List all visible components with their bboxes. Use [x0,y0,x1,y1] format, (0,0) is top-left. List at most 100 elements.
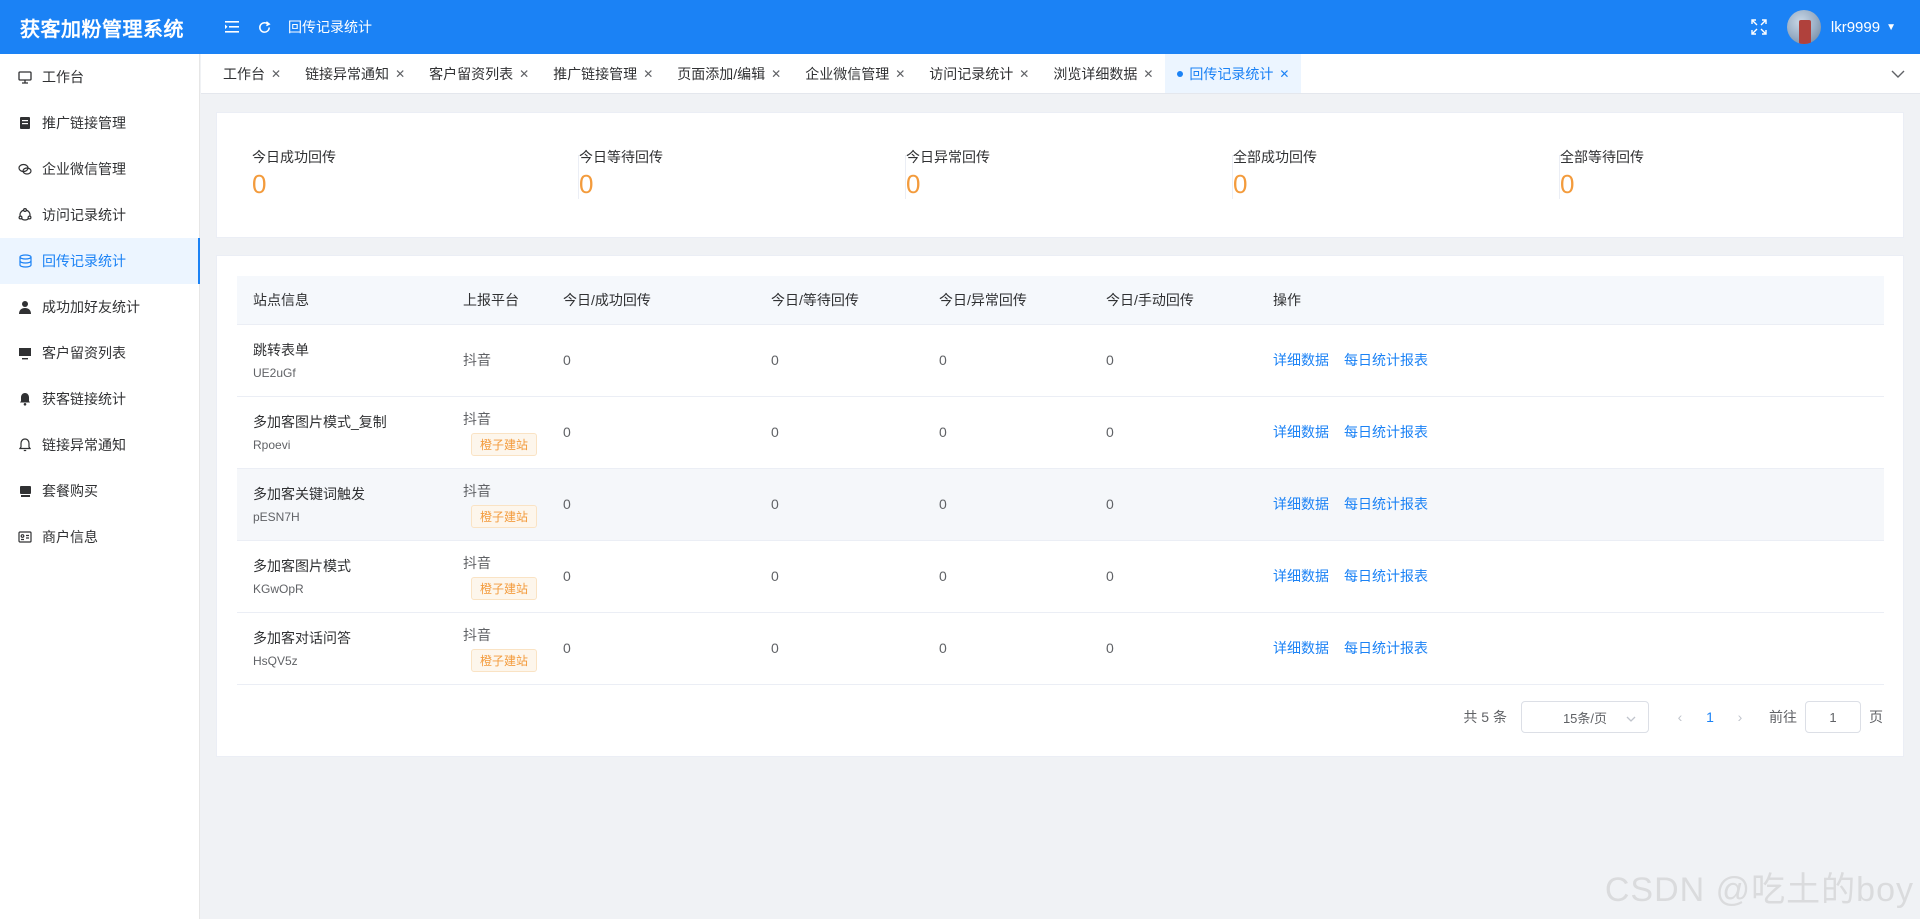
tab-label: 推广链接管理 [553,65,638,82]
daily-report-link[interactable]: 每日统计报表 [1344,568,1428,584]
user-icon [18,300,32,314]
tab-browse-details[interactable]: 浏览详细数据 ✕ [1041,54,1165,93]
chevron-down-icon[interactable]: ▼ [1886,22,1896,33]
stat-value: 0 [906,169,921,199]
today-waiting: 0 [771,352,779,368]
close-icon[interactable]: ✕ [271,67,281,81]
close-icon[interactable]: ✕ [1279,67,1289,81]
prev-page-button[interactable]: ‹ [1665,709,1695,725]
daily-report-link[interactable]: 每日统计报表 [1344,352,1428,368]
sidebar-item-label: 回传记录统计 [42,253,126,269]
bell-outline-icon [18,438,32,452]
stat-today-success: 今日成功回传 0 [252,145,579,205]
close-icon[interactable]: ✕ [519,67,529,81]
sidebar-item-package-purchase[interactable]: 套餐购买 [0,468,199,514]
daily-report-link[interactable]: 每日统计报表 [1344,640,1428,656]
platform-badge: 橙子建站 [471,504,538,528]
today-manual: 0 [1106,424,1114,440]
tab-label: 工作台 [223,65,265,82]
close-icon[interactable]: ✕ [395,67,405,81]
platform: 抖音 [463,410,491,427]
tab-label: 链接异常通知 [305,65,390,82]
daily-report-link[interactable]: 每日统计报表 [1344,496,1428,512]
detail-data-link[interactable]: 详细数据 [1273,496,1329,512]
today-success: 0 [563,640,571,656]
next-page-button[interactable]: › [1725,709,1755,725]
username[interactable]: lkr9999 [1831,19,1880,36]
chat-icon [18,162,32,176]
detail-data-link[interactable]: 详细数据 [1273,568,1329,584]
page-number[interactable]: 1 [1695,709,1725,725]
chevron-down-icon[interactable] [1890,66,1906,82]
tab-workbench[interactable]: 工作台 ✕ [211,54,293,93]
table-card: 站点信息 上报平台 今日/成功回传 今日/等待回传 今日/异常回传 今日/手动回… [216,255,1904,757]
platform: 抖音 [463,626,491,643]
site-name: 多加客关键词触发 [253,486,365,502]
close-icon[interactable]: ✕ [771,67,781,81]
table-row: 跳转表单 UE2uGf 抖音 0 0 0 0 详细数据 每日统计报表 [237,324,1884,396]
goto-page-input[interactable] [1805,701,1861,733]
app-brand: 获客加粉管理系统 [20,18,184,41]
sidebar-item-callback-stats[interactable]: 回传记录统计 [0,238,200,284]
menu-toggle-icon[interactable] [216,11,248,43]
today-success: 0 [563,424,571,440]
pagination: 共 5 条 15条/页 ‹ 1 › 前往 页 [1463,701,1883,733]
sidebar-item-label: 推广链接管理 [42,115,126,131]
sidebar-item-promo-links[interactable]: 推广链接管理 [0,100,199,146]
sidebar-item-wecom[interactable]: 企业微信管理 [0,146,199,192]
column-header: 站点信息 [253,291,309,308]
sidebar-item-label: 套餐购买 [42,483,98,499]
goto-label: 前往 [1769,709,1797,725]
platform: 抖音 [463,554,491,571]
detail-data-link[interactable]: 详细数据 [1273,424,1329,440]
close-icon[interactable]: ✕ [1143,67,1153,81]
platform-badge: 橙子建站 [471,432,538,456]
sidebar-item-label: 获客链接统计 [42,391,126,407]
tabs-bar: 工作台 ✕ 链接异常通知 ✕ 客户留资列表 ✕ 推广链接管理 ✕ 页面添加/编辑 ✕ 企业… [201,54,1920,94]
sidebar-item-merchant-info[interactable]: 商户信息 [0,514,199,560]
sidebar-item-customer-leads[interactable]: 客户留资列表 [0,330,199,376]
sidebar-item-workbench[interactable]: 工作台 [0,54,199,100]
tab-page-edit[interactable]: 页面添加/编辑 ✕ [665,54,793,93]
sidebar-item-friend-stats[interactable]: 成功加好友统计 [0,284,199,330]
page-size-value: 15条/页 [1562,710,1608,726]
tab-visit-stats[interactable]: 访问记录统计 ✕ [917,54,1041,93]
daily-report-link[interactable]: 每日统计报表 [1344,424,1428,440]
detail-data-link[interactable]: 详细数据 [1273,352,1329,368]
tab-callback-stats[interactable]: 回传记录统计 ✕ [1165,54,1302,93]
table-row: 多加客关键词触发 pESN7H 抖音 橙子建站 0 0 0 0 详细数据 每日统计报表 [237,468,1884,540]
table-row: 多加客对话问答 HsQV5z 抖音 橙子建站 0 0 0 0 详细数据 每日统计报表 [237,612,1884,684]
sidebar-item-label: 商户信息 [42,529,98,545]
stats-card: 今日成功回传 0 今日等待回传 0 今日异常回传 0 全部成功回传 0 全部等待… [216,112,1904,238]
platform-badge: 橙子建站 [471,648,538,672]
table-header-row: 站点信息 上报平台 今日/成功回传 今日/等待回传 今日/异常回传 今日/手动回… [237,276,1884,324]
today-waiting: 0 [771,640,779,656]
sidebar-item-link-alerts[interactable]: 链接异常通知 [0,422,199,468]
tab-wecom[interactable]: 企业微信管理 ✕ [793,54,917,93]
table-row: 多加客图片模式 KGwOpR 抖音 橙子建站 0 0 0 0 详细数据 每日统计报表 [237,540,1884,612]
tab-customer-leads[interactable]: 客户留资列表 ✕ [417,54,541,93]
sidebar-item-visit-stats[interactable]: 访问记录统计 [0,192,199,238]
tab-label: 浏览详细数据 [1053,65,1138,82]
sidebar: 工作台 推广链接管理 企业微信管理 访问记录统计 回传记录统计 成功加好友统计 … [0,54,200,919]
watermark: CSDN @吃土的boy [1604,871,1914,909]
sidebar-item-label: 链接异常通知 [42,437,126,453]
close-icon[interactable]: ✕ [643,67,653,81]
close-icon[interactable]: ✕ [1019,67,1029,81]
refresh-icon[interactable] [248,11,280,43]
fullscreen-icon[interactable] [1743,11,1775,43]
close-icon[interactable]: ✕ [895,67,905,81]
table-row: 多加客图片模式_复制 Rpoevi 抖音 橙子建站 0 0 0 0 详细数据 每日统计… [237,396,1884,468]
monitor-icon [18,70,32,84]
tab-link-alerts[interactable]: 链接异常通知 ✕ [293,54,417,93]
stat-label: 全部等待回传 [1560,149,1644,165]
detail-data-link[interactable]: 详细数据 [1273,640,1329,656]
sidebar-item-acquire-links[interactable]: 获客链接统计 [0,376,199,422]
platform: 抖音 [463,352,491,368]
avatar[interactable] [1786,10,1821,44]
stat-value: 0 [579,169,594,199]
page-size-select[interactable]: 15条/页 [1521,701,1649,733]
stat-value: 0 [1560,169,1575,199]
top-header: 获客加粉管理系统 回传记录统计 lkr9999 ▼ [0,0,1920,54]
tab-promo-links[interactable]: 推广链接管理 ✕ [541,54,665,93]
